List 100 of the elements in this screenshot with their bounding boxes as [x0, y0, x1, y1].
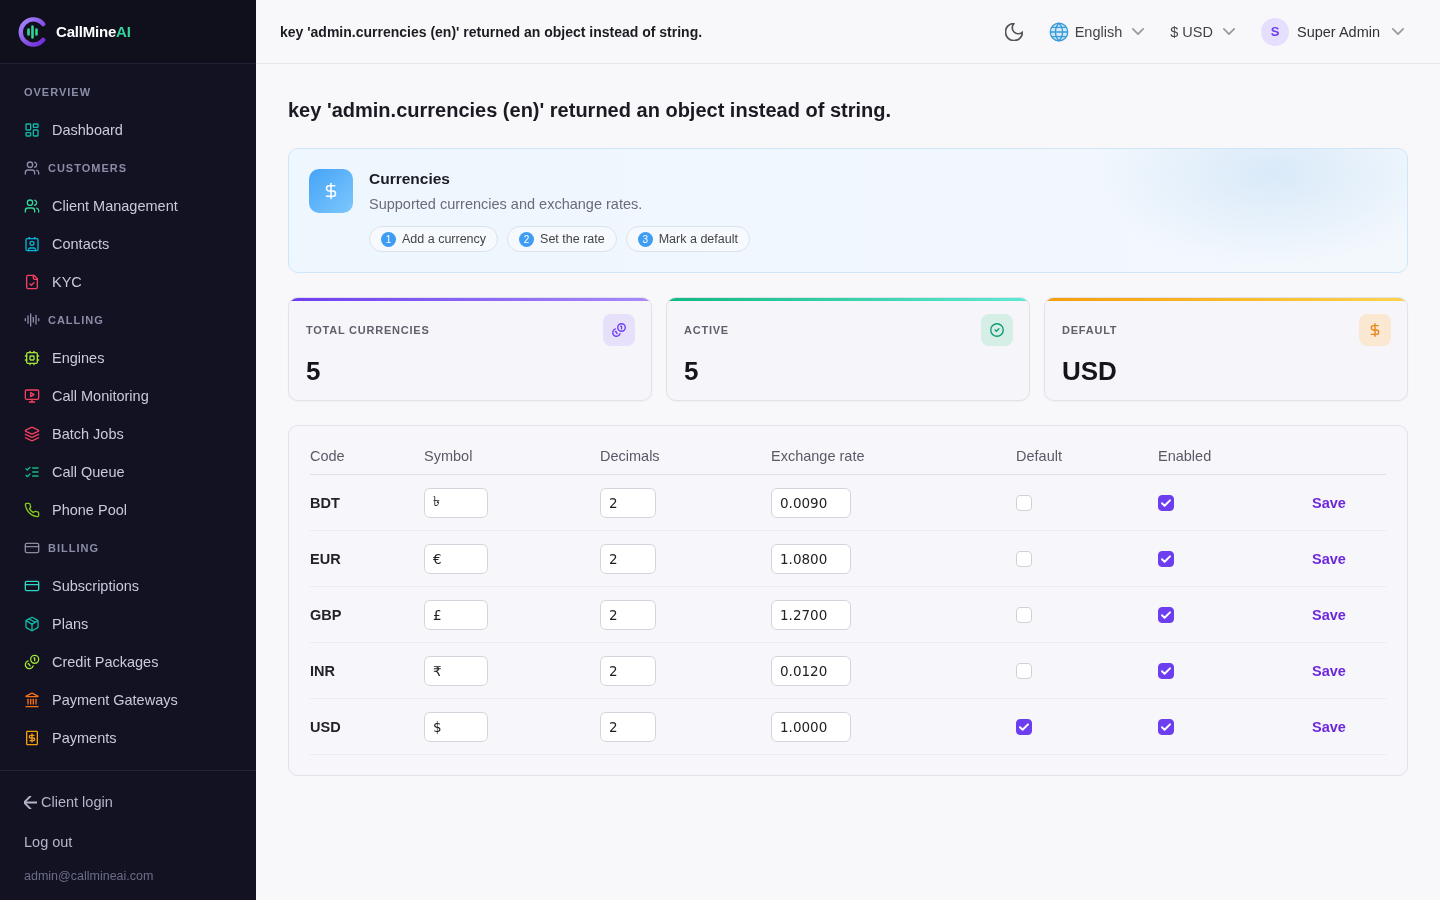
save-button[interactable]: Save [1312, 494, 1346, 511]
user-email: admin@callmineai.com [24, 868, 154, 884]
client-login-link[interactable]: Client login [24, 792, 113, 812]
stat-value: 5 [684, 355, 700, 387]
decimals-field[interactable]: 2 [600, 487, 656, 518]
column-header: Exchange rate [771, 448, 866, 464]
step-label: Mark a default [658, 232, 738, 246]
sidebar-item[interactable]: Plans [0, 605, 256, 643]
sidebar-item[interactable]: Contacts [0, 225, 256, 263]
chevron-down-icon [1222, 28, 1235, 35]
theme-toggle[interactable] [1004, 22, 1023, 41]
decimals-field[interactable]: 2 [600, 543, 656, 574]
save-button[interactable]: Save [1312, 606, 1346, 623]
symbol-field[interactable]: $ [424, 711, 488, 742]
sidebar-item[interactable]: Phone Pool [0, 491, 256, 529]
language-select[interactable]: English [1048, 21, 1145, 42]
credit-card-icon [24, 578, 40, 594]
logo-icon [18, 16, 48, 47]
header-title: key 'admin.currencies (en)' returned an object instead of string. [280, 23, 703, 40]
logout-link[interactable]: Log out [24, 832, 73, 852]
checklist-icon [24, 464, 40, 480]
file-check-icon [24, 274, 40, 290]
sidebar-item[interactable]: Batch Jobs [0, 415, 256, 453]
phone-icon [24, 502, 40, 518]
table-cell-text: GBP [310, 606, 343, 623]
stat-value: USD [1062, 355, 1118, 387]
section-heading: CALLING [48, 314, 104, 326]
dollar-icon [1359, 314, 1391, 346]
dollar-icon [309, 169, 353, 213]
table-cell-text: EUR [310, 550, 342, 567]
section-heading: CUSTOMERS [48, 162, 127, 174]
receipt-icon [24, 730, 40, 746]
save-button[interactable]: Save [1312, 550, 1346, 567]
table-cell-text: INR [310, 662, 336, 679]
checkbox[interactable] [1016, 718, 1032, 735]
sidebar-item[interactable]: Engines [0, 339, 256, 377]
exchange-rate-field[interactable]: 1.0800 [771, 543, 851, 574]
checkbox[interactable] [1158, 606, 1174, 623]
chevron-down-icon [1132, 28, 1145, 35]
page-title: key 'admin.currencies (en)' returned an object instead of string. [288, 98, 892, 123]
checkbox[interactable] [1158, 662, 1174, 679]
grid-icon [24, 122, 40, 138]
layers-icon [24, 426, 40, 442]
table-cell-text: BDT [310, 494, 341, 511]
sidebar-item[interactable]: Call Queue [0, 453, 256, 491]
exchange-rate-field[interactable]: 0.0090 [771, 487, 851, 518]
sidebar-item[interactable]: Call Monitoring [0, 377, 256, 415]
save-button[interactable]: Save [1312, 718, 1346, 735]
globe-icon [1048, 21, 1069, 42]
stat-label: TOTAL CURRENCIES [306, 324, 430, 336]
audio-wave-icon [24, 312, 40, 328]
credit-card-icon [24, 540, 40, 556]
sidebar-item[interactable]: Payments [0, 719, 256, 757]
stat-label: DEFAULT [1062, 324, 1118, 336]
decimals-field[interactable]: 2 [600, 599, 656, 630]
column-header: Symbol [424, 448, 474, 464]
sidebar-item[interactable]: Dashboard [0, 111, 256, 149]
stat-label: ACTIVE [684, 324, 729, 336]
save-button[interactable]: Save [1312, 662, 1346, 679]
column-header: Code [310, 448, 346, 464]
sidebar-item[interactable]: Credit Packages [0, 643, 256, 681]
checkbox[interactable] [1158, 718, 1174, 735]
symbol-field[interactable]: £ [424, 599, 488, 630]
chevron-down-icon [1392, 28, 1404, 35]
banner-subtitle: Supported currencies and exchange rates. [369, 195, 643, 214]
decimals-field[interactable]: 2 [600, 655, 656, 686]
step-number: 2 [519, 231, 535, 247]
sidebar-item[interactable]: Payment Gateways [0, 681, 256, 719]
moon-icon [1004, 22, 1023, 41]
chip-icon [24, 350, 40, 366]
sidebar-item[interactable]: Client Management [0, 187, 256, 225]
section-heading: BILLING [48, 542, 99, 554]
checkbox[interactable] [1158, 494, 1174, 511]
step-label: Set the rate [540, 232, 605, 246]
symbol-field[interactable]: ৳ [424, 487, 488, 518]
decimals-field[interactable]: 2 [600, 711, 656, 742]
coins-icon [24, 654, 40, 670]
currency-select[interactable]: $ USD [1170, 23, 1235, 40]
exchange-rate-field[interactable]: 1.0000 [771, 711, 851, 742]
step-number: 3 [637, 231, 653, 247]
step-number: 1 [381, 231, 396, 247]
users-icon [24, 198, 40, 214]
users-icon [24, 160, 40, 176]
sidebar-item[interactable]: Subscriptions [0, 567, 256, 605]
symbol-field[interactable]: € [424, 543, 488, 574]
exchange-rate-field[interactable]: 1.2700 [771, 599, 851, 630]
avatar: S [1260, 17, 1289, 46]
stat-value: 5 [306, 355, 322, 387]
symbol-field[interactable]: ₹ [424, 655, 488, 686]
banner-title: Currencies [369, 169, 450, 189]
sidebar-item[interactable]: KYC [0, 263, 256, 301]
exchange-rate-field[interactable]: 0.0120 [771, 655, 851, 686]
checkbox[interactable] [1158, 550, 1174, 567]
step-label: Add a currency [402, 232, 487, 246]
column-header: Decimals [600, 448, 661, 464]
user-menu[interactable]: S Super Admin [1260, 17, 1404, 46]
brand-name: CallMineAI [56, 23, 131, 40]
bank-icon [24, 692, 40, 708]
column-header: Default [1016, 448, 1063, 464]
contact-card-icon [24, 236, 40, 252]
